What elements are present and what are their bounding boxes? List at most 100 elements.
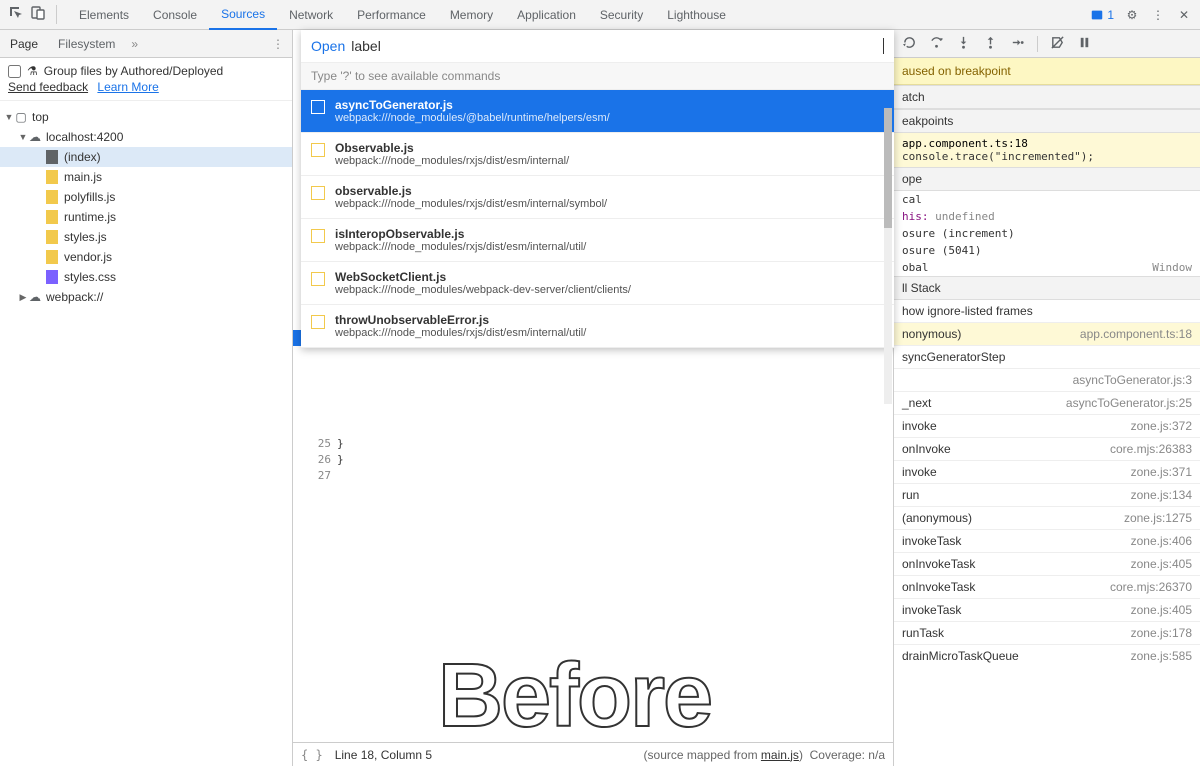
tab-application[interactable]: Application bbox=[505, 0, 588, 30]
source-map-link[interactable]: main.js bbox=[761, 748, 799, 762]
tree-main[interactable]: main.js bbox=[0, 167, 292, 187]
subtab-filesystem[interactable]: Filesystem bbox=[48, 30, 125, 58]
tree-host[interactable]: ▼☁localhost:4200 bbox=[0, 127, 292, 147]
subtab-more[interactable]: » bbox=[125, 37, 144, 51]
tree-poly[interactable]: polyfills.js bbox=[0, 187, 292, 207]
open-scrollbar[interactable] bbox=[884, 108, 892, 404]
callstack-frame[interactable]: (anonymous)zone.js:1275 bbox=[894, 506, 1200, 529]
pause-exceptions-icon[interactable] bbox=[1077, 35, 1092, 53]
open-result-item[interactable]: Observable.jswebpack:///node_modules/rxj… bbox=[301, 133, 894, 176]
js-file-icon bbox=[311, 229, 325, 243]
tree-runtime[interactable]: runtime.js bbox=[0, 207, 292, 227]
tab-network[interactable]: Network bbox=[277, 0, 345, 30]
scope-this: his: undefined bbox=[894, 208, 1200, 225]
section-scope[interactable]: ope bbox=[894, 167, 1200, 191]
subtab-kebab-icon[interactable]: ⋮ bbox=[264, 37, 292, 51]
callstack-frame[interactable]: invokeTaskzone.js:405 bbox=[894, 598, 1200, 621]
callstack-frame[interactable]: nonymous)app.component.ts:18 bbox=[894, 322, 1200, 345]
resume-icon[interactable] bbox=[902, 35, 917, 53]
callstack-frame[interactable]: invokezone.js:372 bbox=[894, 414, 1200, 437]
deactivate-bp-icon[interactable] bbox=[1050, 35, 1065, 53]
code-body[interactable]: } } bbox=[337, 436, 344, 484]
open-result-item[interactable]: isInteropObservable.jswebpack:///node_mo… bbox=[301, 219, 894, 262]
step-icon[interactable] bbox=[1010, 35, 1025, 53]
group-label: Group files by Authored/Deployed bbox=[44, 64, 223, 78]
open-results: asyncToGenerator.jswebpack:///node_modul… bbox=[301, 90, 894, 348]
send-feedback-link[interactable]: Send feedback bbox=[8, 80, 88, 94]
callstack-frame[interactable]: _nextasyncToGenerator.js:25 bbox=[894, 391, 1200, 414]
open-prefix: Open bbox=[311, 38, 345, 54]
tab-elements[interactable]: Elements bbox=[67, 0, 141, 30]
tab-console[interactable]: Console bbox=[141, 0, 209, 30]
callstack-frame[interactable]: invokeTaskzone.js:406 bbox=[894, 529, 1200, 552]
step-over-icon[interactable] bbox=[929, 35, 944, 53]
js-file-icon bbox=[311, 272, 325, 286]
js-file-icon bbox=[311, 186, 325, 200]
callstack-frame[interactable]: invokezone.js:371 bbox=[894, 460, 1200, 483]
breakpoint-item[interactable]: app.component.ts:18 console.trace("incre… bbox=[894, 133, 1200, 167]
show-ignore-listed[interactable]: how ignore-listed frames bbox=[894, 300, 1200, 322]
open-result-item[interactable]: asyncToGenerator.jswebpack:///node_modul… bbox=[301, 90, 894, 133]
open-result-item[interactable]: WebSocketClient.jswebpack:///node_module… bbox=[301, 262, 894, 305]
tab-performance[interactable]: Performance bbox=[345, 0, 438, 30]
tab-security[interactable]: Security bbox=[588, 0, 655, 30]
scope-closure-1[interactable]: osure (increment) bbox=[894, 225, 1200, 242]
gutter: 25 26 27 bbox=[293, 436, 337, 484]
callstack-frame[interactable]: syncGeneratorStep bbox=[894, 345, 1200, 368]
callstack-frame[interactable]: runzone.js:134 bbox=[894, 483, 1200, 506]
callstack-frame[interactable]: runTaskzone.js:178 bbox=[894, 621, 1200, 644]
tree-stylesjs[interactable]: styles.js bbox=[0, 227, 292, 247]
navigator-pane: Page Filesystem » ⋮ ⚗ Group files by Aut… bbox=[0, 30, 293, 766]
callstack-frame[interactable]: onInvokecore.mjs:26383 bbox=[894, 437, 1200, 460]
device-icon[interactable] bbox=[30, 5, 46, 24]
tree-top[interactable]: ▼▢top bbox=[0, 107, 292, 127]
js-file-icon bbox=[311, 100, 325, 114]
step-into-icon[interactable] bbox=[956, 35, 971, 53]
tab-sources[interactable]: Sources bbox=[209, 0, 277, 30]
tree-stylescss[interactable]: styles.css bbox=[0, 267, 292, 287]
editor-pane: 25 26 27 } } Before { } Line 18, Column … bbox=[293, 30, 893, 766]
scope-closure-2[interactable]: osure (5041) bbox=[894, 242, 1200, 259]
debug-toolbar bbox=[894, 30, 1200, 58]
open-result-item[interactable]: throwUnobservableError.jswebpack:///node… bbox=[301, 305, 894, 348]
js-file-icon bbox=[311, 315, 325, 329]
file-tree: ▼▢top ▼☁localhost:4200 (index) main.js p… bbox=[0, 101, 292, 766]
close-icon[interactable]: ✕ bbox=[1176, 8, 1192, 22]
debugger-pane: aused on breakpoint atch eakpoints app.c… bbox=[893, 30, 1200, 766]
issues-badge[interactable]: 1 bbox=[1090, 8, 1114, 22]
cursor-position: Line 18, Column 5 bbox=[335, 748, 432, 762]
callstack-frame[interactable]: drainMicroTaskQueuezone.js:585 bbox=[894, 644, 1200, 667]
quick-open-popup: Open label Type '?' to see available com… bbox=[301, 30, 894, 348]
open-hint: Type '?' to see available commands bbox=[301, 63, 894, 90]
pretty-print-icon[interactable]: { } bbox=[301, 748, 323, 762]
tree-webpack[interactable]: ▶☁webpack:// bbox=[0, 287, 292, 307]
learn-more-link[interactable]: Learn More bbox=[97, 80, 158, 94]
status-bar: { } Line 18, Column 5 (source mapped fro… bbox=[293, 742, 893, 766]
tree-vendor[interactable]: vendor.js bbox=[0, 247, 292, 267]
group-checkbox[interactable] bbox=[8, 65, 21, 78]
callstack-frame[interactable]: asyncToGenerator.js:3 bbox=[894, 368, 1200, 391]
subtab-page[interactable]: Page bbox=[0, 30, 48, 58]
section-callstack[interactable]: ll Stack bbox=[894, 276, 1200, 300]
breakpoint-stripe bbox=[293, 330, 301, 346]
open-input[interactable]: label bbox=[351, 38, 884, 54]
devtools-top-tabs: Elements Console Sources Network Perform… bbox=[0, 0, 1200, 30]
tree-index[interactable]: (index) bbox=[0, 147, 292, 167]
inspect-icon[interactable] bbox=[8, 5, 24, 24]
paused-message: aused on breakpoint bbox=[894, 58, 1200, 85]
source-map-info: (source mapped from main.js) Coverage: n… bbox=[644, 748, 885, 762]
step-out-icon[interactable] bbox=[983, 35, 998, 53]
scope-global[interactable]: obalWindow bbox=[894, 259, 1200, 276]
flask-icon: ⚗ bbox=[27, 64, 38, 78]
callstack-frame[interactable]: onInvokeTaskzone.js:405 bbox=[894, 552, 1200, 575]
more-icon[interactable]: ⋮ bbox=[1150, 8, 1166, 22]
callstack-frame[interactable]: onInvokeTaskcore.mjs:26370 bbox=[894, 575, 1200, 598]
tab-memory[interactable]: Memory bbox=[438, 0, 505, 30]
watermark-text: Before bbox=[438, 645, 711, 748]
section-breakpoints[interactable]: eakpoints bbox=[894, 109, 1200, 133]
settings-icon[interactable]: ⚙ bbox=[1124, 8, 1140, 22]
tab-lighthouse[interactable]: Lighthouse bbox=[655, 0, 738, 30]
section-watch[interactable]: atch bbox=[894, 85, 1200, 109]
open-result-item[interactable]: observable.jswebpack:///node_modules/rxj… bbox=[301, 176, 894, 219]
scope-local[interactable]: cal bbox=[894, 191, 1200, 208]
